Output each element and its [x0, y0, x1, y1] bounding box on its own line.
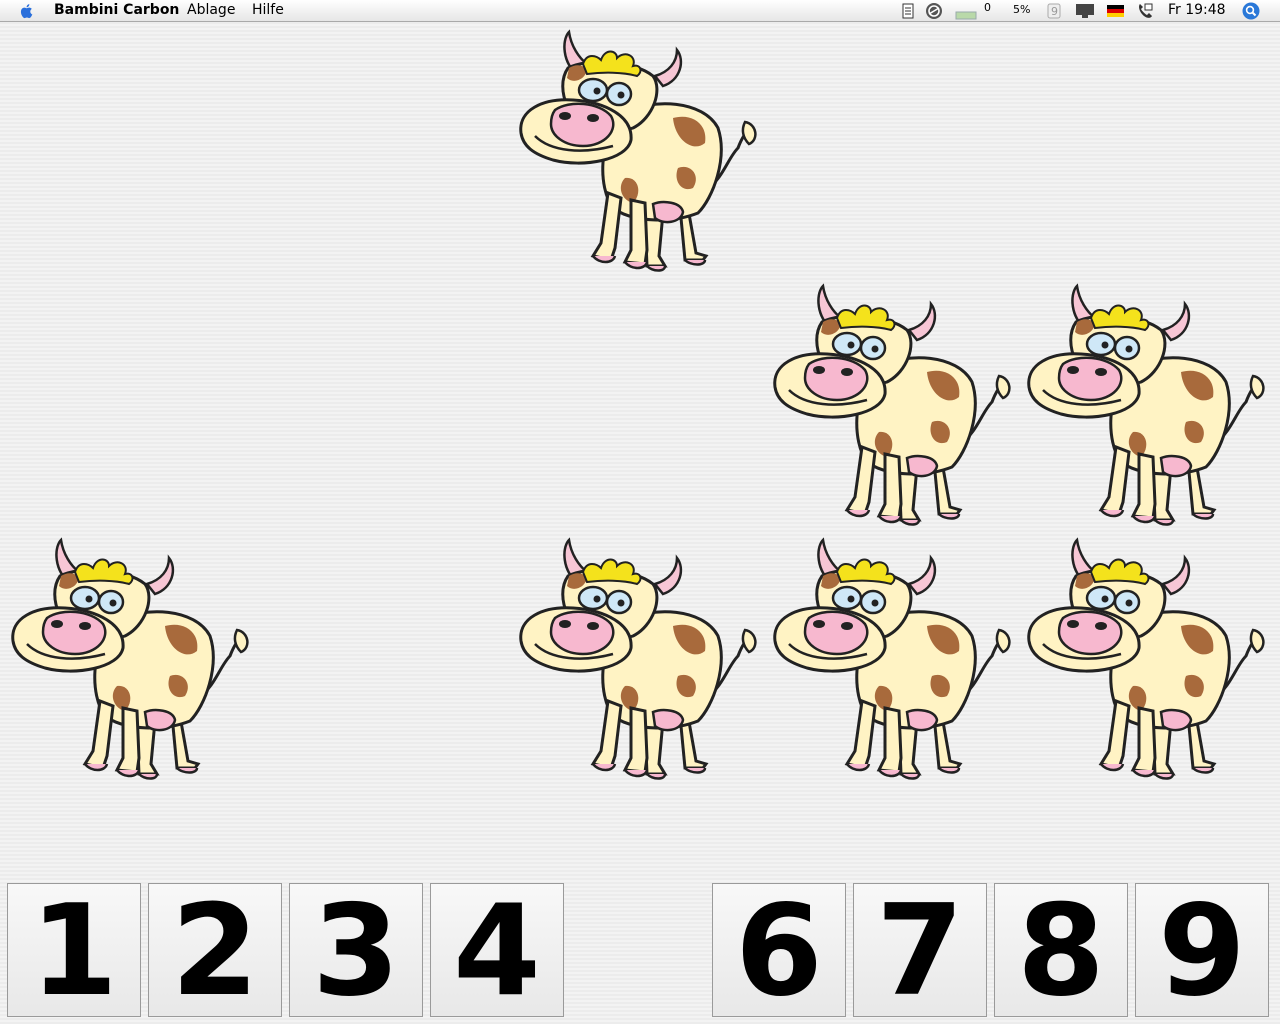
number-button-7[interactable]: 7 [853, 883, 987, 1017]
clock[interactable]: Fr 19:48 [1168, 2, 1226, 18]
cow-image [513, 536, 763, 786]
number-button-2[interactable]: 2 [148, 883, 282, 1017]
number-label: 1 [30, 877, 118, 1024]
battery-meter-icon[interactable] [955, 4, 977, 22]
cow-7 [1021, 536, 1271, 786]
number-label: 3 [312, 877, 400, 1024]
memory-icon[interactable]: 9 [1046, 2, 1062, 20]
cow-image [1021, 536, 1271, 786]
cow-6 [767, 536, 1017, 786]
number-label: 8 [1017, 877, 1105, 1024]
phone-icon[interactable] [1136, 2, 1154, 20]
number-button-8[interactable]: 8 [994, 883, 1128, 1017]
script-menu-icon[interactable] [902, 3, 914, 21]
number-label: 9 [1158, 877, 1246, 1024]
cow-image [513, 28, 763, 278]
app-name-menu[interactable]: Bambini Carbon [54, 2, 179, 18]
number-button-4[interactable]: 4 [430, 883, 564, 1017]
number-button-1[interactable]: 1 [7, 883, 141, 1017]
battery-value: 0 [984, 1, 991, 14]
cow-4 [5, 536, 255, 786]
german-flag-icon[interactable] [1107, 5, 1124, 23]
cow-image [5, 536, 255, 786]
cow-image [1021, 282, 1271, 532]
spotlight-icon[interactable] [1242, 2, 1260, 20]
cow-image [767, 282, 1017, 532]
menu-bar: Bambini Carbon Ablage Hilfe 0 5% 9 Fr 19… [0, 0, 1280, 22]
cow-1 [513, 28, 763, 278]
number-button-3[interactable]: 3 [289, 883, 423, 1017]
number-button-9[interactable]: 9 [1135, 883, 1269, 1017]
number-label: 7 [876, 877, 964, 1024]
menu-hilfe[interactable]: Hilfe [252, 2, 284, 18]
cow-image [767, 536, 1017, 786]
apple-icon[interactable] [18, 2, 36, 20]
cpu-percent: 5% [1013, 3, 1031, 16]
cow-2 [767, 282, 1017, 532]
sync-icon[interactable] [925, 2, 943, 20]
number-label: 2 [171, 877, 259, 1024]
svg-text:9: 9 [1051, 5, 1058, 18]
display-icon[interactable] [1075, 3, 1095, 21]
cow-3 [1021, 282, 1271, 532]
menu-ablage[interactable]: Ablage [187, 2, 235, 18]
number-label: 6 [735, 877, 823, 1024]
number-label: 4 [453, 877, 541, 1024]
cow-5 [513, 536, 763, 786]
number-button-6[interactable]: 6 [712, 883, 846, 1017]
